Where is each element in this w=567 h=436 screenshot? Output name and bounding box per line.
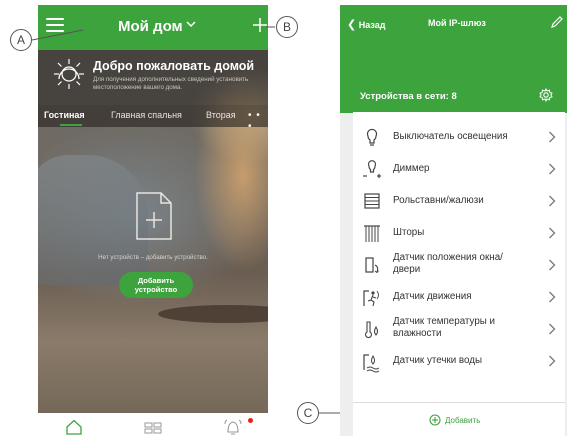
chevron-right-icon xyxy=(549,291,556,303)
bulb-icon xyxy=(366,128,378,146)
edit-pencil-icon[interactable] xyxy=(550,15,564,29)
add-device-row[interactable]: Добавить xyxy=(353,402,565,436)
chevron-right-icon xyxy=(549,227,556,239)
device-row-curtains[interactable]: Шторы xyxy=(353,217,565,249)
device-row-temp-humidity[interactable]: Датчик температуры и влажности xyxy=(353,313,565,345)
chevron-right-icon xyxy=(549,259,556,271)
device-label: Датчик температуры и влажности xyxy=(393,316,496,339)
back-chevron-icon: ❮ xyxy=(347,19,357,31)
devices-online-count: Устройства в сети: 8 xyxy=(360,91,457,102)
shutter-icon xyxy=(364,193,380,209)
gateway-title: Мой IP-шлюз xyxy=(428,18,486,28)
window-sensor-icon xyxy=(365,257,379,274)
curtain-icon xyxy=(364,225,380,242)
device-row-light-switch[interactable]: Выключатель освещения xyxy=(353,121,565,153)
callout-c: C xyxy=(297,402,319,424)
chevron-right-icon xyxy=(549,355,556,367)
chevron-right-icon xyxy=(549,195,556,207)
motion-sensor-icon xyxy=(363,290,379,307)
device-row-window-sensor[interactable]: Датчик положения окна/ двери xyxy=(353,249,565,281)
callout-a: A xyxy=(10,29,32,51)
device-row-dimmer[interactable]: Диммер xyxy=(353,153,565,185)
chevron-right-icon xyxy=(549,163,556,175)
back-label: Назад xyxy=(358,20,386,30)
temp-humidity-icon xyxy=(364,321,379,339)
gateway-screen: ❮ Назад Мой IP-шлюз Устройства в сети: 8… xyxy=(340,5,567,436)
dimmer-icon xyxy=(363,160,381,178)
device-label: Датчик утечки воды xyxy=(393,355,483,366)
device-label: Датчик движения xyxy=(393,291,472,302)
device-label: Шторы xyxy=(393,227,425,238)
device-row-motion-sensor[interactable]: Датчик движения xyxy=(353,281,565,313)
chevron-right-icon xyxy=(549,131,556,143)
device-row-shutters[interactable]: Рольставни/жалюзи xyxy=(353,185,565,217)
add-label: Добавить xyxy=(445,416,481,425)
add-circle-icon xyxy=(429,414,441,426)
device-label: Датчик положения окна/ двери xyxy=(393,252,503,275)
device-row-water-leak[interactable]: Датчик утечки воды xyxy=(353,345,565,377)
back-button[interactable]: ❮ Назад xyxy=(347,18,385,31)
device-label: Диммер xyxy=(393,163,430,174)
water-leak-icon xyxy=(363,354,380,373)
gateway-header: ❮ Назад Мой IP-шлюз Устройства в сети: 8 xyxy=(340,5,567,113)
device-label: Выключатель освещения xyxy=(393,131,508,142)
device-label: Рольставни/жалюзи xyxy=(393,195,484,206)
device-list: Выключатель освещения Диммер Рольставни/… xyxy=(353,112,565,436)
callout-b: B xyxy=(276,16,298,38)
gear-icon[interactable] xyxy=(539,88,553,102)
chevron-right-icon xyxy=(549,323,556,335)
